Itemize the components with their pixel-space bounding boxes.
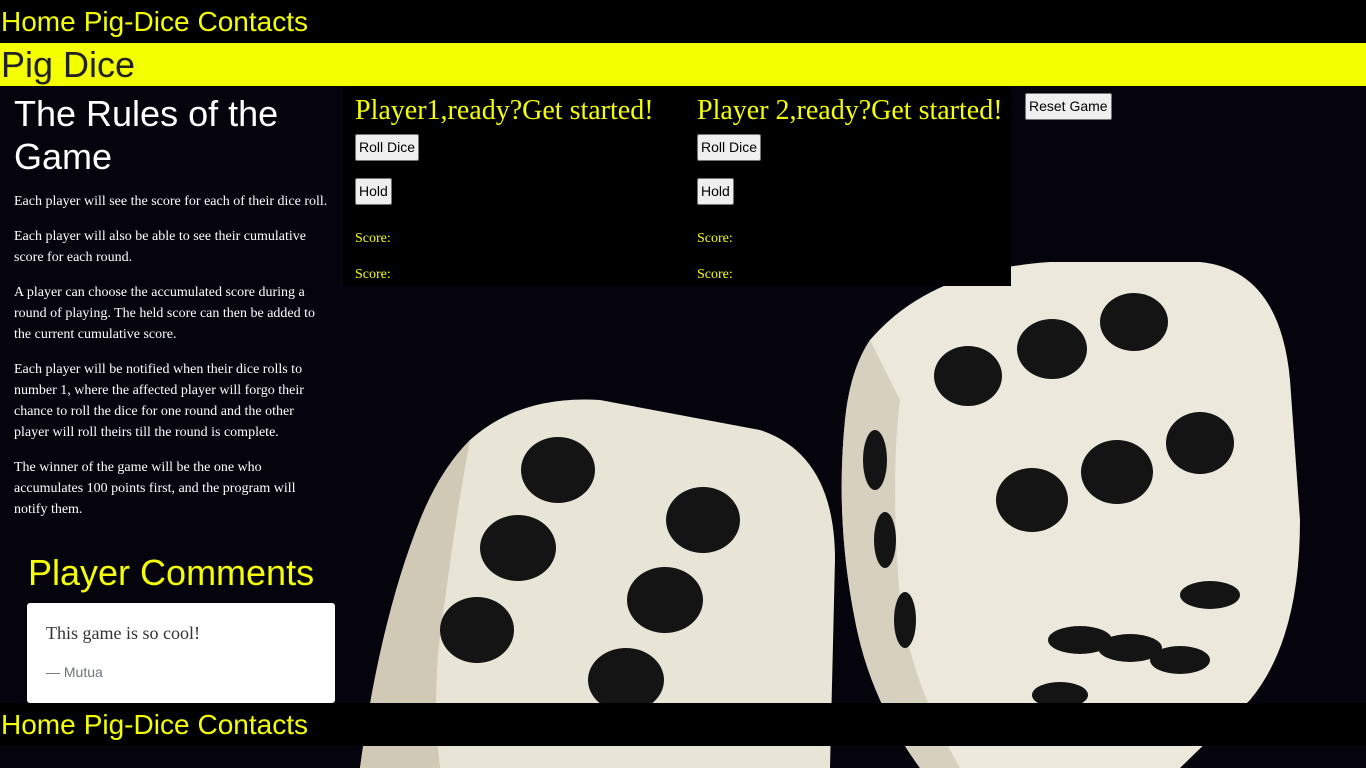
player-two-hold-button[interactable]: Hold [697,178,734,205]
player-one-total-score: Score: [355,267,391,282]
player-one-round-score: Score: [355,231,391,246]
player-one-roll-dice-button[interactable]: Roll Dice [355,134,420,161]
nav-link-pig-dice[interactable]: Pig-Dice [84,6,190,37]
player-one-heading: Player1,ready?Get started! [355,95,654,126]
comments-heading: Player Comments [28,552,315,593]
nav-link-contacts[interactable]: Contacts [198,6,309,37]
rule-paragraph: Each player will be notified when their … [14,362,304,440]
bottom-navigation: Home Pig-Dice Contacts [0,703,1366,746]
rule-paragraph: Each player will also be able to see the… [14,229,306,265]
footer-link-pig-dice[interactable]: Pig-Dice [84,709,190,740]
comment-card: This game is so cool! — Mutua [27,603,335,703]
footer-link-contacts[interactable]: Contacts [198,709,309,740]
comment-text: This game is so cool! [46,623,200,643]
reset-game-button[interactable]: Reset Game [1025,93,1112,120]
rule-paragraph: The winner of the game will be the one w… [14,460,296,517]
brand-bar: Pig Dice [0,43,1366,86]
site-title: Pig Dice [1,44,136,85]
rules-heading: The Rules of the Game [14,93,279,177]
nav-link-home[interactable]: Home [1,6,76,37]
player-one-section: Player1,ready?Get started! Roll Dice Hol… [355,94,654,282]
footer-link-home[interactable]: Home [1,709,76,740]
player-one-hold-button[interactable]: Hold [355,178,392,205]
player-two-roll-dice-button[interactable]: Roll Dice [697,134,762,161]
player-two-section: Player 2,ready?Get started! Roll Dice Ho… [697,94,1003,282]
player-two-round-score: Score: [697,231,733,246]
top-navigation: Home Pig-Dice Contacts [0,0,1366,43]
player-two-total-score: Score: [697,267,733,282]
rule-paragraph: A player can choose the accumulated scor… [14,285,316,342]
player-two-heading: Player 2,ready?Get started! [697,95,1003,126]
comment-author: — Mutua [46,664,103,680]
rules-section: The Rules of the Game Each player will s… [14,92,330,534]
rule-paragraph: Each player will see the score for each … [14,194,328,209]
